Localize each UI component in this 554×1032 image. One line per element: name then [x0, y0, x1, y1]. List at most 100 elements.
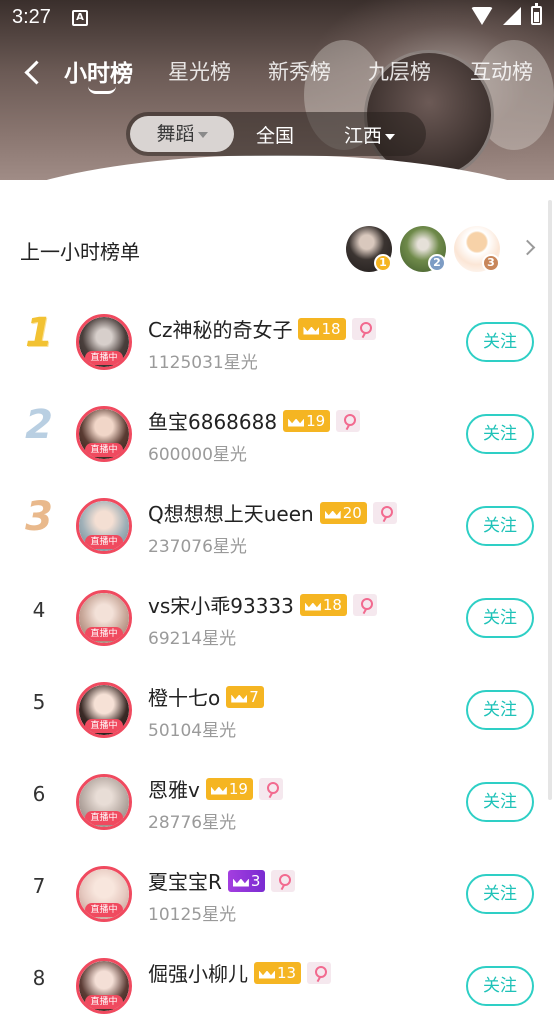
level-badge: 13 [254, 961, 302, 984]
level-number: 18 [321, 319, 341, 338]
level-number: 3 [250, 871, 261, 890]
wifi-icon [471, 6, 493, 25]
female-icon [336, 409, 361, 432]
name-line: 倔强小柳儿 13 [148, 958, 332, 987]
avatar[interactable]: 直播中 [76, 590, 132, 646]
live-badge: 直播中 [85, 995, 123, 1009]
crown-icon [305, 599, 321, 611]
level-badge: 19 [283, 409, 331, 432]
list-item[interactable]: 6 直播中 恩雅v 19 28776星光 关注 [0, 756, 554, 848]
name-line: Q想想想上天ueen 20 [148, 498, 397, 527]
back-chevron-icon[interactable] [18, 58, 48, 88]
level-badge: 7 [226, 685, 264, 708]
follow-button[interactable]: 关注 [466, 966, 534, 1006]
rank-number: 6 [32, 782, 46, 806]
rank-number: 8 [32, 966, 46, 990]
name-line: 橙十七o 7 [148, 682, 264, 711]
avatar[interactable]: 直播中 [76, 498, 132, 554]
follow-button[interactable]: 关注 [466, 782, 534, 822]
avatar[interactable]: 直播中 [76, 682, 132, 738]
crown-icon [211, 783, 227, 795]
follow-button[interactable]: 关注 [466, 506, 534, 546]
female-icon [271, 869, 296, 892]
list-item[interactable]: 3 直播中 Q想想想上天ueen 20 237076星光 关注 [0, 480, 554, 572]
avatar[interactable]: 直播中 [76, 314, 132, 370]
status-bar: 3:27 A [0, 0, 554, 36]
starlight-count: 10125星光 [148, 905, 237, 925]
tab-newcomer[interactable]: 新秀榜 [268, 56, 331, 86]
crown-icon [288, 415, 304, 427]
level-badge: 18 [299, 593, 347, 616]
live-badge: 直播中 [85, 535, 123, 549]
filter-nationwide[interactable]: 全国 [256, 121, 294, 148]
follow-button[interactable]: 关注 [466, 874, 534, 914]
female-icon [258, 777, 283, 800]
avatar[interactable]: 直播中 [76, 958, 132, 1014]
level-badge: 18 [298, 317, 346, 340]
level-number: 13 [277, 963, 297, 982]
chevron-right-icon[interactable] [519, 239, 536, 256]
tab-bar: 小时榜 星光榜 新秀榜 九层榜 互动榜 [0, 50, 554, 94]
level-badge: 3 [227, 869, 266, 892]
tab-hourly[interactable]: 小时榜 [64, 54, 133, 88]
tab-ninth-level[interactable]: 九层榜 [368, 56, 431, 86]
tab-starlight[interactable]: 星光榜 [168, 56, 231, 86]
level-number: 19 [306, 411, 326, 430]
filter-jiangxi[interactable]: 江西 [344, 121, 396, 148]
rank-badge-3: 3 [482, 254, 500, 272]
level-number: 18 [322, 595, 342, 614]
level-number: 19 [228, 779, 248, 798]
region-filter: 舞蹈 全国 江西 [126, 112, 426, 156]
follow-button[interactable]: 关注 [466, 414, 534, 454]
status-icons [471, 3, 542, 25]
user-name: vs宋小乖93333 [148, 594, 294, 618]
live-badge: 直播中 [85, 351, 123, 365]
status-time: 3:27 [12, 6, 51, 28]
name-line: 恩雅v 19 [148, 774, 283, 803]
user-name: 恩雅v [148, 778, 200, 802]
user-name: Cz神秘的奇女子 [148, 318, 293, 342]
filter-dance-label: 舞蹈 [156, 123, 195, 145]
user-name: 夏宝宝R [148, 870, 222, 894]
starlight-count: 69214星光 [148, 629, 237, 649]
level-number: 7 [249, 687, 259, 706]
user-name: 倔强小柳儿 [148, 962, 248, 986]
list-item[interactable]: 8 直播中 倔强小柳儿 13 关注 [0, 940, 554, 1032]
list-item[interactable]: 4 直播中 vs宋小乖93333 18 69214星光 关注 [0, 572, 554, 664]
level-badge: 20 [319, 501, 367, 524]
follow-button[interactable]: 关注 [466, 598, 534, 638]
starlight-count: 600000星光 [148, 445, 247, 465]
list-item[interactable]: 5 直播中 橙十七o 7 50104星光 关注 [0, 664, 554, 756]
user-name: 橙十七o [148, 686, 221, 710]
tab-interaction[interactable]: 互动榜 [470, 56, 533, 86]
follow-button[interactable]: 关注 [466, 322, 534, 362]
list-item[interactable]: 2 直播中 鱼宝6868688 19 600000星光 关注 [0, 388, 554, 480]
rank-number: 1 [25, 310, 53, 356]
rank-badge-1: 1 [374, 254, 392, 272]
notification-a-icon: A [72, 10, 88, 26]
female-icon [352, 593, 377, 616]
caret-down-icon [197, 131, 208, 138]
starlight-count: 28776星光 [148, 813, 237, 833]
filter-dance[interactable]: 舞蹈 [130, 116, 234, 152]
user-name: 鱼宝6868688 [148, 410, 278, 434]
list-item[interactable]: 7 直播中 夏宝宝R 3 10125星光 关注 [0, 848, 554, 940]
list-item[interactable]: 1 直播中 Cz神秘的奇女子 18 1125031星光 关注 [0, 296, 554, 388]
starlight-count: 50104星光 [148, 721, 237, 741]
follow-button[interactable]: 关注 [466, 690, 534, 730]
avatar[interactable]: 直播中 [76, 866, 132, 922]
avatar[interactable]: 直播中 [76, 774, 132, 830]
crown-icon [303, 323, 319, 335]
rank-number: 3 [25, 494, 53, 540]
name-line: Cz神秘的奇女子 18 [148, 314, 376, 343]
crown-icon [325, 507, 341, 519]
female-icon [351, 317, 376, 340]
previous-hour-row[interactable]: 上一小时榜单 1 2 3 [0, 222, 554, 278]
live-badge: 直播中 [85, 443, 123, 457]
avatar[interactable]: 直播中 [76, 406, 132, 462]
level-badge: 19 [205, 777, 253, 800]
rank-number: 2 [25, 402, 53, 448]
name-line: 夏宝宝R 3 [148, 866, 296, 895]
female-icon [307, 961, 332, 984]
previous-hour-title: 上一小时榜单 [20, 240, 140, 264]
